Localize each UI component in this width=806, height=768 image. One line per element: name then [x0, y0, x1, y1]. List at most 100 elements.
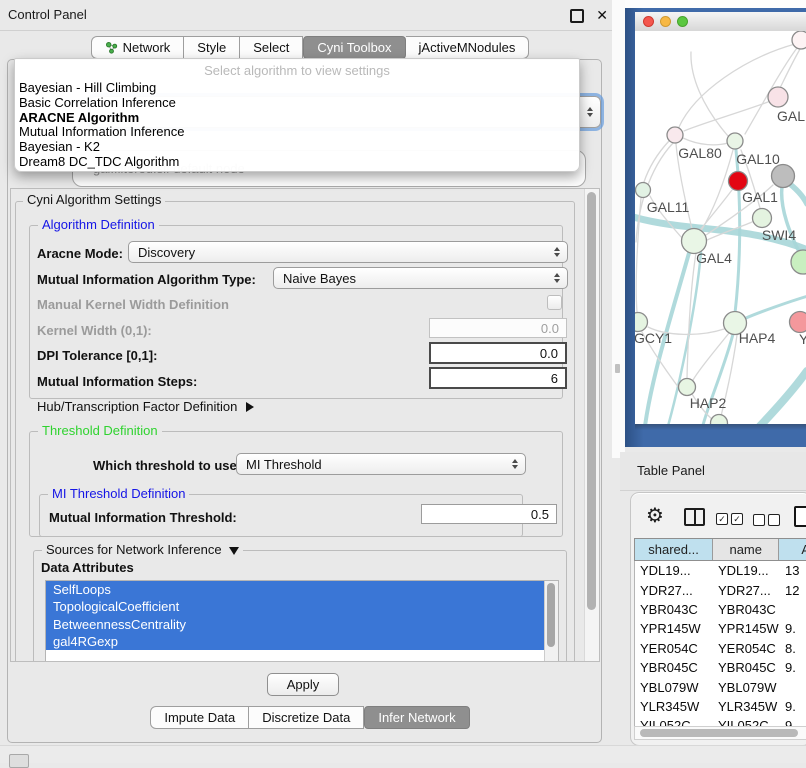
algorithm-option[interactable]: Dream8 DC_TDC Algorithm: [19, 155, 575, 170]
network-titlebar[interactable]: [635, 12, 806, 32]
table-hscroll-thumb[interactable]: [640, 729, 798, 737]
float-icon[interactable]: [570, 9, 584, 23]
tab-network[interactable]: Network: [91, 36, 185, 59]
cell: YDR27...: [714, 583, 781, 598]
table-row[interactable]: YPR145WYPR145W9.: [635, 619, 806, 638]
dpi-label: DPI Tolerance [0,1]:: [37, 348, 157, 363]
hub-section-text: Hub/Transcription Factor Definition: [37, 399, 237, 414]
table-row[interactable]: YBR043CYBR043C: [635, 600, 806, 619]
zoom-traffic-light[interactable]: [677, 16, 688, 27]
collapse-triangle-icon: [229, 547, 239, 555]
minimize-traffic-light[interactable]: [660, 16, 671, 27]
list-vscrollbar[interactable]: [544, 581, 558, 662]
table-row[interactable]: YBL079WYBL079W: [635, 677, 806, 696]
tab-discretize-data[interactable]: Discretize Data: [249, 706, 364, 729]
panel-gap: [612, 0, 625, 458]
algorithm-option[interactable]: ARACNE Algorithm: [19, 111, 575, 126]
cell: YPR145W: [635, 621, 714, 636]
which-threshold-value: MI Threshold: [246, 457, 322, 472]
network-node[interactable]: [753, 209, 772, 228]
tab-select[interactable]: Select: [240, 36, 303, 59]
tab-style[interactable]: Style: [184, 36, 240, 59]
attribute-item[interactable]: SelfLoops: [46, 581, 545, 598]
cell: YIL052C: [714, 718, 781, 726]
network-node[interactable]: [768, 87, 788, 107]
tab-impute-data[interactable]: Impute Data: [150, 706, 249, 729]
cell: YBR045C: [714, 660, 781, 675]
network-node[interactable]: [772, 165, 795, 188]
checked-box-icon-2[interactable]: ✓: [731, 513, 743, 525]
network-node[interactable]: [636, 183, 651, 198]
settings-vscrollbar[interactable]: [584, 189, 599, 661]
table-row[interactable]: YLR345WYLR345W9.: [635, 697, 806, 716]
attribute-item[interactable]: gal4RGexp: [46, 633, 545, 650]
network-node[interactable]: [711, 415, 728, 425]
table-row[interactable]: YER054CYER054C8.: [635, 639, 806, 658]
manual-kernel-checkbox[interactable]: [547, 295, 562, 310]
table-hscrollbar[interactable]: [634, 726, 806, 740]
split-view-icon[interactable]: [684, 508, 705, 526]
column-header[interactable]: shared...: [635, 539, 713, 560]
settings-vscroll-thumb[interactable]: [587, 192, 596, 610]
split-handle[interactable]: [615, 364, 620, 373]
mi-threshold-field[interactable]: 0.5: [421, 504, 557, 524]
algorithm-option[interactable]: Mutual Information Inference: [19, 125, 575, 140]
table-row[interactable]: YBR045CYBR045C9.: [635, 658, 806, 677]
mi-steps-label: Mutual Information Steps:: [37, 374, 197, 389]
which-threshold-combo[interactable]: MI Threshold: [236, 453, 526, 475]
network-node[interactable]: [792, 31, 806, 49]
network-node[interactable]: [790, 312, 806, 333]
algorithm-option[interactable]: Basic Correlation Inference: [19, 96, 575, 111]
network-node[interactable]: [727, 133, 743, 149]
dpi-field[interactable]: 0.0: [429, 342, 567, 364]
dock-icon[interactable]: [9, 754, 29, 768]
gap-top: [625, 0, 806, 8]
mi-type-value: Naive Bayes: [283, 271, 356, 286]
kernel-width-field[interactable]: 0.0: [429, 318, 567, 338]
mi-steps-field[interactable]: 6: [429, 367, 567, 389]
aracne-mode-combo[interactable]: Discovery: [128, 241, 568, 263]
attributes-listbox[interactable]: SelfLoopsTopologicalCoefficientBetweenne…: [45, 580, 559, 662]
algorithm-option[interactable]: Bayesian - K2: [19, 140, 575, 155]
control-panel: Control Panel ✕ NetworkStyle Select Cyni T…: [0, 0, 620, 745]
column-header[interactable]: name: [713, 539, 779, 560]
table-icon[interactable]: [794, 506, 806, 527]
table-row[interactable]: YIL052CYIL052C9.: [635, 716, 806, 726]
cell: YBR045C: [635, 660, 714, 675]
close-icon[interactable]: ✕: [596, 7, 608, 24]
unchecked-box-icon-2[interactable]: [768, 514, 780, 526]
tab-label: Select: [253, 40, 289, 55]
table-row[interactable]: YDL19...YDL19...13: [635, 561, 806, 580]
cp-titlebar: Control Panel ✕: [0, 0, 620, 31]
tab-label: Discretize Data: [262, 710, 350, 725]
tab-infer-network[interactable]: Infer Network: [364, 706, 469, 729]
node-label: GAL: [777, 108, 805, 124]
attribute-item[interactable]: BetweennessCentrality: [46, 616, 545, 633]
network-edge: [683, 138, 728, 145]
checked-box-icon-1[interactable]: ✓: [716, 513, 728, 525]
gear-icon[interactable]: ⚙: [646, 503, 664, 527]
network-canvas[interactable]: GALGAL80GAL10GAL1GAL11SWI4GAL4GCY1HAP4YH…: [635, 31, 806, 424]
network-node[interactable]: [635, 313, 648, 332]
mi-type-combo[interactable]: Naive Bayes: [273, 267, 568, 289]
network-node[interactable]: [679, 379, 696, 396]
cell: 9.: [781, 660, 806, 675]
tab-cyni-toolbox[interactable]: Cyni Toolbox: [303, 36, 405, 59]
network-node[interactable]: [667, 127, 683, 143]
attribute-item[interactable]: TopologicalCoefficient: [46, 598, 545, 615]
cell: YDL19...: [714, 563, 781, 578]
network-node[interactable]: [791, 250, 806, 274]
column-header[interactable]: A: [779, 539, 806, 560]
hub-section-label[interactable]: Hub/Transcription Factor Definition: [37, 399, 254, 414]
node-label: GAL80: [678, 145, 722, 161]
gb-sources-title[interactable]: Sources for Network Inference: [42, 542, 243, 557]
list-vscroll-thumb[interactable]: [547, 583, 555, 647]
algorithm-option[interactable]: Bayesian - Hill Climbing: [19, 81, 575, 96]
apply-button[interactable]: Apply: [267, 673, 339, 696]
unchecked-box-icon-1[interactable]: [753, 514, 765, 526]
table-row[interactable]: YDR27...YDR27...12: [635, 580, 806, 599]
network-node[interactable]: [729, 172, 748, 191]
tab-jactivemnodules[interactable]: jActiveMNodules: [406, 36, 530, 59]
close-traffic-light[interactable]: [643, 16, 654, 27]
table-panel-bar: Table Panel: [620, 452, 806, 491]
